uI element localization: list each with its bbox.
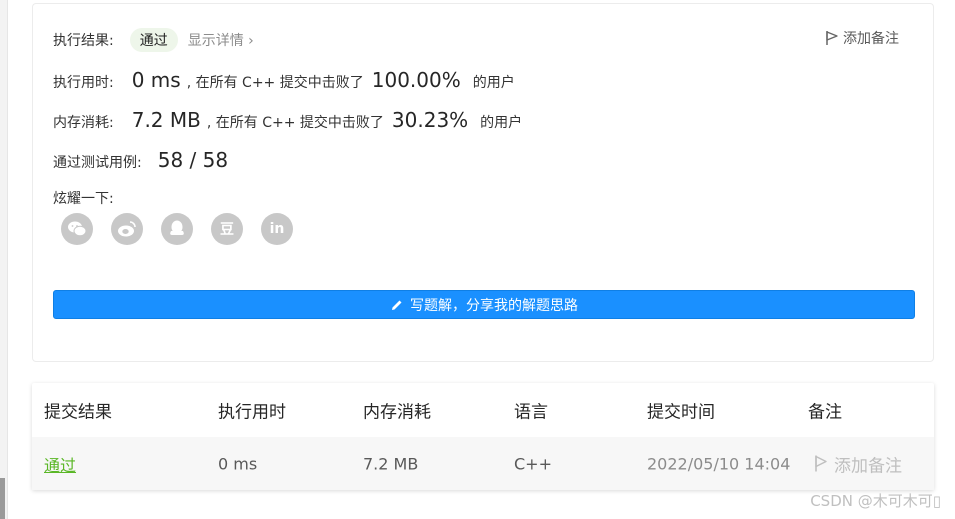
tests-label: 通过测试用例: [53, 155, 142, 171]
scrollbar-thumb[interactable] [0, 478, 5, 519]
row-result-link[interactable]: 通过 [44, 452, 76, 476]
row-runtime: 0 ms [218, 454, 258, 473]
runtime-label: 执行用时: [53, 75, 114, 91]
share-row-label: 炫耀一下: [53, 188, 114, 208]
douban-icon[interactable]: 豆 [211, 213, 243, 245]
linkedin-glyph: in [269, 221, 285, 237]
flag-icon [826, 31, 838, 45]
row-add-note-button[interactable]: 添加备注 [814, 451, 902, 476]
runtime-beat-text: , 在所有 C++ 提交中击败了 [186, 75, 364, 91]
row-memory: 7.2 MB [363, 454, 419, 473]
runtime-percent: 100.00% [371, 68, 461, 92]
wechat-icon[interactable] [61, 213, 93, 245]
flag-icon [815, 455, 827, 472]
row-language: C++ [514, 454, 552, 473]
weibo-icon[interactable] [111, 213, 143, 245]
linkedin-icon[interactable]: in [261, 213, 293, 245]
memory-suffix: 的用户 [480, 115, 523, 131]
watermark: CSDN @木可木可▯ [810, 492, 941, 510]
memory-percent: 30.23% [391, 108, 469, 132]
qq-icon[interactable] [161, 213, 193, 245]
pencil-icon [392, 300, 402, 310]
result-label: 执行结果: [53, 33, 114, 49]
write-solution-button[interactable]: 写题解，分享我的解题思路 [53, 290, 915, 319]
status-badge: 通过 [129, 28, 178, 52]
left-panel-edge [0, 0, 8, 519]
add-note-label: 添加备注 [843, 31, 899, 47]
write-solution-label: 写题解，分享我的解题思路 [410, 297, 578, 314]
douban-glyph: 豆 [220, 222, 234, 238]
table-row: 通过 0 ms 7.2 MB C++ 2022/05/10 14:04 添加备注 [32, 437, 934, 490]
header-memory: 内存消耗 [363, 402, 431, 423]
header-submit-time: 提交时间 [647, 402, 715, 423]
tests-row: 通过测试用例: 58 / 58 [53, 148, 228, 172]
header-runtime: 执行用时 [218, 402, 286, 423]
result-row: 执行结果: 通过 显示详情 › [53, 28, 254, 52]
runtime-suffix: 的用户 [472, 75, 515, 91]
table-header: 提交结果 执行用时 内存消耗 语言 提交时间 备注 [32, 383, 934, 437]
share-buttons: 豆 in [61, 213, 293, 245]
memory-beat-text: , 在所有 C++ 提交中击败了 [206, 115, 384, 131]
row-add-note-label: 添加备注 [834, 456, 902, 476]
memory-label: 内存消耗: [53, 115, 114, 131]
runtime-row: 执行用时: 0 ms , 在所有 C++ 提交中击败了 100.00% 的用户 [53, 68, 515, 92]
add-note-button[interactable]: 添加备注 [825, 28, 899, 48]
row-submit-time: 2022/05/10 14:04 [647, 454, 791, 473]
memory-row: 内存消耗: 7.2 MB , 在所有 C++ 提交中击败了 30.23% 的用户 [53, 108, 522, 132]
header-language: 语言 [514, 402, 548, 423]
header-note: 备注 [808, 402, 842, 423]
result-card: 执行结果: 通过 显示详情 › 添加备注 执行用时: 0 ms , 在所有 C+… [32, 3, 934, 362]
submission-table: 提交结果 执行用时 内存消耗 语言 提交时间 备注 通过 0 ms 7.2 MB… [32, 383, 934, 490]
header-result: 提交结果 [44, 402, 112, 423]
share-label: 炫耀一下: [53, 191, 114, 207]
memory-value: 7.2 MB [131, 108, 201, 132]
tests-value: 58 / 58 [157, 148, 229, 172]
show-details-link[interactable]: 显示详情 › [188, 30, 254, 50]
runtime-value: 0 ms [131, 68, 181, 92]
